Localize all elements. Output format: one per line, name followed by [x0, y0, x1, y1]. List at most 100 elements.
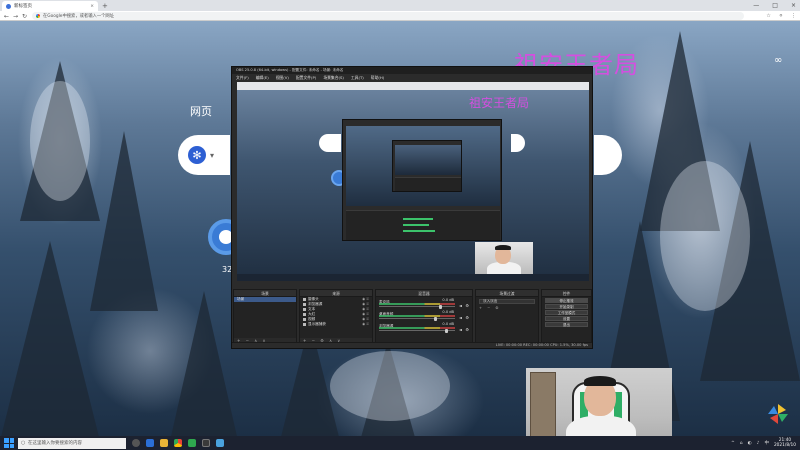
file-explorer-icon[interactable]	[160, 439, 168, 447]
source-label: 显示器捕获	[308, 322, 326, 326]
studio-mode-button[interactable]: 工作室模式	[545, 310, 588, 315]
tray-expand-icon[interactable]: ^	[731, 441, 735, 446]
new-tab-button[interactable]: +	[102, 1, 108, 11]
scene-item[interactable]: 场景	[234, 297, 296, 302]
pinwheel-logo-icon	[768, 404, 788, 424]
taskbar-clock[interactable]: 21:40 2021/8/10	[774, 438, 796, 448]
mixer-channel: 麦克风 0.0 dB ◄ ⚙	[376, 297, 472, 309]
app-icon[interactable]	[216, 439, 224, 447]
browser-tab[interactable]: 新标签页 ×	[2, 1, 98, 11]
preview-browser-chrome	[237, 82, 589, 90]
tree-decoration	[170, 291, 238, 436]
mixer-channel-db: 0.0 dB	[442, 322, 454, 326]
speaker-icon[interactable]: ◄	[459, 303, 462, 308]
forward-button[interactable]: →	[13, 11, 18, 21]
edge-icon[interactable]	[146, 439, 154, 447]
browser-tab-bar: 新标签页 × + — □ ×	[0, 0, 800, 11]
start-recording-button[interactable]: 开始录制	[545, 304, 588, 309]
obs-menu-bar: 文件(F) 编辑(E) 视图(V) 配置文件(P) 场景集合(S) 工具(T) …	[232, 74, 592, 81]
speaker-icon[interactable]: ◄	[459, 327, 462, 332]
gear-icon[interactable]: ⚙	[465, 327, 469, 332]
preview-taskbar	[237, 274, 589, 281]
address-bar-row: ← → ↻ 在Google中搜索，或者输入一个网址 ☆ ⚪ ⋮	[0, 11, 800, 21]
obs-menu-tools[interactable]: 工具(T)	[351, 74, 364, 81]
mixer-channel: 浏览器源 0.0 dB ◄ ⚙	[376, 321, 472, 333]
obs-menu-view[interactable]: 视图(V)	[276, 74, 289, 81]
volume-slider[interactable]	[379, 318, 455, 319]
mixer-channel-db: 0.0 dB	[442, 298, 454, 302]
tree-decoration	[90, 131, 158, 311]
search-engine-dropdown-icon[interactable]: ▾	[210, 151, 214, 160]
ime-indicator[interactable]: 中	[764, 440, 769, 446]
nested-audio-meter	[403, 224, 429, 226]
search-box-end[interactable]	[594, 135, 622, 175]
speaker-icon[interactable]: ◄	[459, 315, 462, 320]
nested-obs-preview	[346, 126, 500, 206]
search-box[interactable]: ✻ ▾	[178, 135, 230, 175]
task-view-icon[interactable]	[132, 439, 140, 447]
gear-icon[interactable]: ⚙	[465, 303, 469, 308]
minimize-button[interactable]: —	[753, 2, 759, 9]
preview-overlay-title: 祖安王者局	[469, 96, 530, 110]
volume-meter	[379, 315, 455, 317]
obs-menu-edit[interactable]: 编辑(E)	[256, 74, 269, 81]
stop-streaming-button[interactable]: 停止推流	[545, 298, 588, 303]
settings-button[interactable]: 设置	[545, 316, 588, 321]
reload-button[interactable]: ↻	[22, 11, 27, 21]
nested-audio-meter	[403, 218, 433, 220]
visibility-eye-icon[interactable]: ◉ ⚿	[362, 322, 369, 327]
window-controls: — □ ×	[753, 0, 796, 11]
text-source-icon	[303, 313, 306, 316]
baidu-paw-icon: ✻	[188, 146, 206, 164]
obs-status-bar: LIVE: 00:00:00 REC: 00:00:00 CPU: 1.5%, …	[232, 342, 592, 348]
transition-select[interactable]: 淡入淡出	[479, 299, 535, 304]
browser-source-icon	[303, 303, 306, 306]
menu-kebab-icon[interactable]: ⋮	[791, 13, 796, 19]
network-icon[interactable]: ⌂	[740, 441, 743, 446]
tab-close-icon[interactable]: ×	[90, 4, 94, 9]
obs-menu-scene-collection[interactable]: 场景集合(S)	[323, 74, 344, 81]
gear-icon[interactable]: ⚙	[465, 315, 469, 320]
volume-slider-knob[interactable]	[438, 304, 442, 309]
nested-obs-docks-2	[395, 177, 461, 191]
obs-menu-profile[interactable]: 配置文件(P)	[296, 74, 316, 81]
back-button[interactable]: ←	[4, 11, 9, 21]
obs-taskbar-icon[interactable]	[202, 439, 210, 447]
transitions-dock-header: 场景过渡	[476, 290, 538, 297]
exit-button[interactable]: 退出	[545, 322, 588, 327]
battery-icon[interactable]: ◐	[748, 441, 752, 446]
preview-search-box-end	[511, 134, 525, 152]
obs-menu-file[interactable]: 文件(F)	[236, 74, 249, 81]
mixer-dock-header: 混音器	[376, 290, 472, 297]
volume-meter	[379, 303, 455, 305]
scenes-dock: 场景 场景 + − ∧ ∨	[233, 289, 297, 345]
volume-slider[interactable]	[379, 306, 455, 307]
transitions-toolbar[interactable]: + − ⚙	[476, 306, 538, 311]
nested-obs-window	[342, 119, 502, 241]
obs-menu-help[interactable]: 帮助(H)	[371, 74, 384, 81]
profile-icon[interactable]: ⚪	[779, 13, 783, 19]
streamer-hair	[584, 376, 616, 386]
web-search-label[interactable]: 网页	[190, 103, 212, 119]
transitions-dock: 场景过渡 淡入淡出 + − ⚙	[475, 289, 539, 345]
obs-title-bar: OBS 25.0.8 (64-bit, windows) - 配置文件: 未命名…	[232, 67, 592, 74]
snow-decoration	[330, 351, 450, 421]
chrome-icon[interactable]	[174, 439, 182, 447]
windows-start-icon[interactable]	[4, 438, 14, 448]
close-window-button[interactable]: ×	[791, 2, 796, 9]
volume-meter	[379, 327, 455, 329]
wechat-icon[interactable]	[188, 439, 196, 447]
text-source-icon	[303, 308, 306, 311]
mixer-dock: 混音器 麦克风 0.0 dB ◄ ⚙ 桌面音频 0.0 dB ◄ ⚙ 浏览器源 …	[375, 289, 473, 345]
volume-slider[interactable]	[379, 330, 455, 331]
infinity-icon[interactable]: ∞	[774, 55, 782, 66]
maximize-button[interactable]: □	[772, 2, 778, 9]
camera-source-icon	[303, 298, 306, 301]
bookmark-star-icon[interactable]: ☆	[766, 13, 770, 19]
taskbar-search[interactable]: 在这里输入你要搜索的内容	[18, 437, 126, 449]
obs-preview[interactable]: 祖安王者局	[237, 82, 589, 281]
volume-slider-knob[interactable]	[444, 328, 448, 333]
source-item[interactable]: 显示器捕获 ◉ ⚿	[300, 322, 372, 327]
omnibox[interactable]: 在Google中搜索，或者输入一个网址	[32, 12, 744, 20]
volume-icon[interactable]: ♪	[757, 441, 760, 446]
